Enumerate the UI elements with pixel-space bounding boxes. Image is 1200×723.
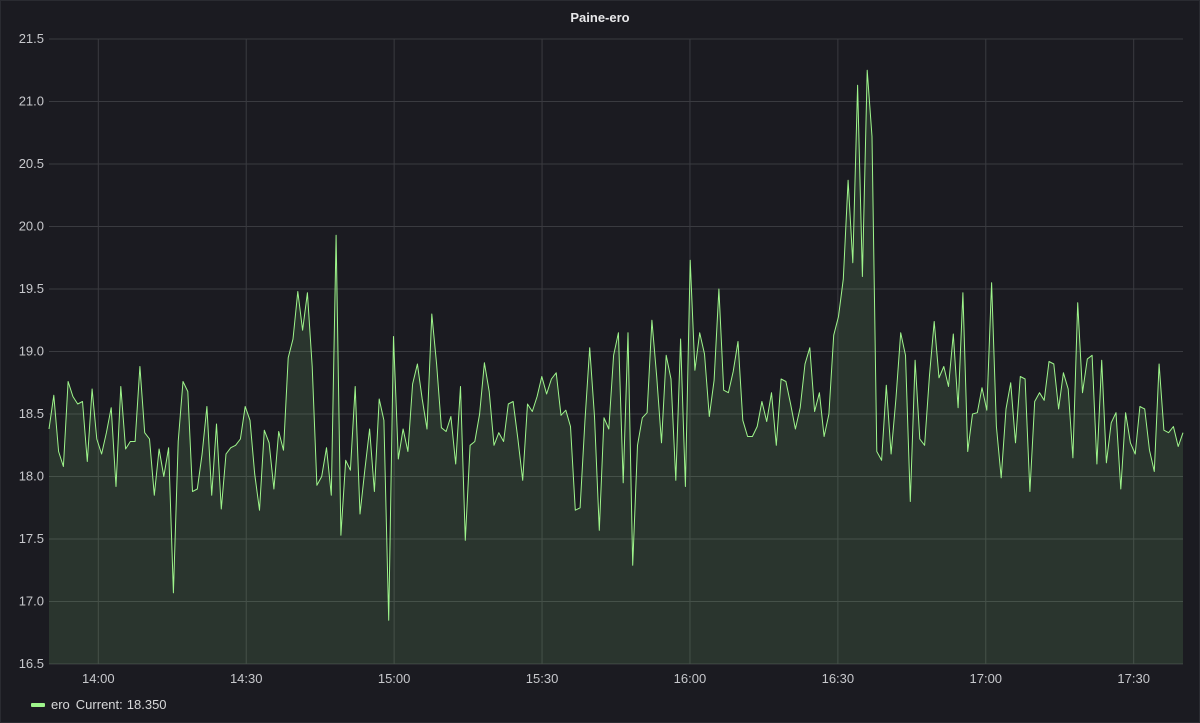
y-tick-label: 21.5: [19, 31, 44, 46]
x-tick-label: 14:00: [82, 671, 115, 686]
x-tick-label: 17:30: [1117, 671, 1150, 686]
graph-panel: Paine-ero 16.5 17.0 17.5 18.0 18.5 19.0 19.5 20…: [0, 0, 1200, 723]
x-tick-label: 16:00: [674, 671, 707, 686]
y-tick-label: 20.5: [19, 156, 44, 171]
y-tick-label: 17.0: [19, 594, 44, 609]
y-axis-ticks: 16.5 17.0 17.5 18.0 18.5 19.0 19.5 20.0 20.5 21.0…: [19, 31, 44, 671]
y-tick-label: 19.5: [19, 281, 44, 296]
x-tick-label: 15:30: [526, 671, 559, 686]
y-tick-label: 18.5: [19, 406, 44, 421]
y-tick-label: 17.5: [19, 531, 44, 546]
x-tick-label: 16:30: [822, 671, 855, 686]
line-chart[interactable]: 16.5 17.0 17.5 18.0 18.5 19.0 19.5 20.0 20.5 21.0…: [1, 1, 1199, 722]
x-axis-ticks: 14:00 14:30 15:00 15:30 16:00 16:30 17:00 17:30: [82, 671, 1150, 686]
y-tick-label: 16.5: [19, 656, 44, 671]
y-tick-label: 18.0: [19, 469, 44, 484]
x-tick-label: 15:00: [378, 671, 411, 686]
series-area-ero: [49, 70, 1183, 665]
legend-current-label: Current:: [75, 697, 123, 712]
legend[interactable]: ero Current: 18.350: [31, 697, 167, 712]
legend-current-value: 18.350: [126, 697, 167, 712]
legend-series-name[interactable]: ero: [51, 697, 70, 712]
x-tick-label: 14:30: [230, 671, 263, 686]
x-tick-label: 17:00: [970, 671, 1003, 686]
y-tick-label: 20.0: [19, 219, 44, 234]
y-tick-label: 21.0: [19, 94, 44, 109]
y-tick-label: 19.0: [19, 344, 44, 359]
legend-swatch-ero: [31, 702, 45, 707]
